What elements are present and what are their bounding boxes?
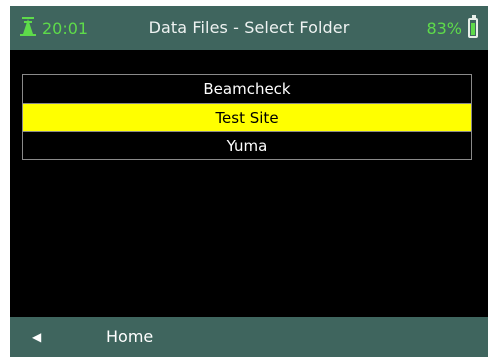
battery-level <box>471 23 475 35</box>
home-button[interactable]: Home <box>106 317 153 357</box>
device-screen: 20:01 Data Files - Select Folder 83% Bea… <box>10 6 488 357</box>
folder-item-yuma[interactable]: Yuma <box>23 131 471 159</box>
bottom-bar: ◀ Home <box>10 317 488 357</box>
folder-item-beamcheck[interactable]: Beamcheck <box>23 75 471 103</box>
status-right: 83% <box>426 6 478 50</box>
left-arrow-icon[interactable]: ◀ <box>32 317 41 357</box>
battery-icon <box>468 15 478 38</box>
folder-item-test-site[interactable]: Test Site <box>23 103 471 131</box>
battery-percent: 83% <box>426 18 462 38</box>
screen-title: Data Files - Select Folder <box>148 18 350 37</box>
folder-list: Beamcheck Test Site Yuma <box>22 74 472 160</box>
status-bar: 20:01 Data Files - Select Folder 83% <box>10 6 488 50</box>
